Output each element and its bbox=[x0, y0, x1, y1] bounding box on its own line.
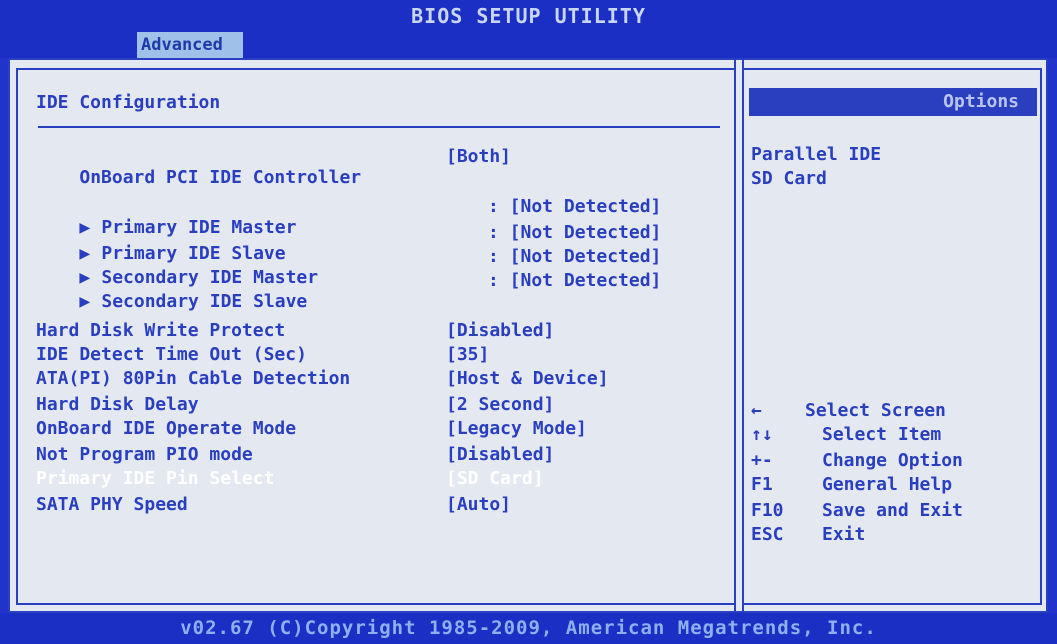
setting-primary-ide-pin-select[interactable]: Primary IDE Pin Select bbox=[36, 468, 274, 489]
help-key: ESC bbox=[751, 524, 784, 545]
help-key: ↑↓ bbox=[751, 424, 773, 445]
help-text: Save and Exit bbox=[822, 500, 963, 521]
setting-hard-disk-delay[interactable]: Hard Disk Delay bbox=[36, 394, 199, 415]
setting-value[interactable]: [35] bbox=[446, 344, 489, 365]
submenu-status: : [Not Detected] bbox=[488, 246, 662, 267]
help-text: Change Option bbox=[822, 450, 963, 471]
submenu-label: Secondary IDE Slave bbox=[101, 291, 308, 312]
setting-sata-phy-speed[interactable]: SATA PHY Speed bbox=[36, 494, 188, 515]
option-item: Parallel IDE bbox=[751, 144, 882, 165]
submenu-status: : [Not Detected] bbox=[488, 222, 662, 243]
setting-ide-detect-time-out[interactable]: IDE Detect Time Out (Sec) bbox=[36, 344, 307, 365]
setting-cable-detection[interactable]: ATA(PI) 80Pin Cable Detection bbox=[36, 368, 350, 389]
setting-value[interactable]: [Legacy Mode] bbox=[446, 418, 587, 439]
tab-advanced[interactable]: Advanced bbox=[137, 32, 243, 58]
panel-divider bbox=[734, 60, 744, 611]
setting-not-program-pio[interactable]: Not Program PIO mode bbox=[36, 444, 253, 465]
copyright-footer: v02.67 (C)Copyright 1985-2009, American … bbox=[0, 613, 1057, 644]
main-panel: IDE Configuration OnBoard PCI IDE Contro… bbox=[8, 58, 1048, 613]
setting-value[interactable]: [Disabled] bbox=[446, 320, 554, 341]
submenu-status: : [Not Detected] bbox=[488, 196, 662, 217]
help-key: F1 bbox=[751, 474, 773, 495]
bios-title: BIOS SETUP UTILITY bbox=[411, 4, 646, 28]
help-key: ← bbox=[751, 400, 762, 421]
section-title: IDE Configuration bbox=[36, 92, 221, 113]
help-key: F10 bbox=[751, 500, 784, 521]
help-text: Exit bbox=[822, 524, 866, 545]
setting-value[interactable]: [Host & Device] bbox=[446, 368, 609, 389]
title-bar: BIOS SETUP UTILITY Advanced bbox=[0, 0, 1057, 58]
setting-label: OnBoard PCI IDE Controller bbox=[79, 167, 362, 188]
option-item: SD Card bbox=[751, 168, 827, 189]
setting-value-selected[interactable]: [SD Card] bbox=[446, 468, 544, 489]
setting-value[interactable]: [Disabled] bbox=[446, 444, 554, 465]
setting-value[interactable]: [2 Second] bbox=[446, 394, 554, 415]
setting-ide-operate-mode[interactable]: OnBoard IDE Operate Mode bbox=[36, 418, 296, 439]
help-text: General Help bbox=[822, 474, 953, 495]
help-text: Select Item bbox=[822, 424, 942, 445]
setting-value[interactable]: [Auto] bbox=[446, 494, 511, 515]
submenu-status: : [Not Detected] bbox=[488, 270, 662, 291]
help-text: Select Screen bbox=[805, 400, 946, 421]
title-separator bbox=[38, 126, 720, 128]
submenu-arrow-icon: ▶ bbox=[79, 291, 91, 312]
options-header: Options bbox=[749, 88, 1037, 116]
setting-hard-disk-write-protect[interactable]: Hard Disk Write Protect bbox=[36, 320, 285, 341]
setting-value[interactable]: [Both] bbox=[446, 146, 511, 167]
help-key: +- bbox=[751, 450, 773, 471]
